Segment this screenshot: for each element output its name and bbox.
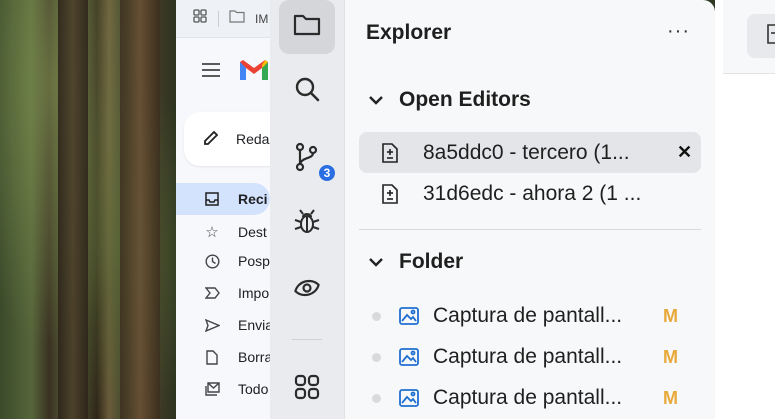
open-editor-label: 31d6edc - ahora 2 (1 ... bbox=[423, 181, 642, 205]
send-icon bbox=[200, 318, 224, 332]
explorer-panel: Explorer ··· Open Editors 8a5ddc0 - terc… bbox=[345, 0, 715, 419]
activity-bar: 3 bbox=[270, 0, 345, 419]
open-editors-label: Open Editors bbox=[399, 88, 531, 111]
source-control-badge: 3 bbox=[317, 163, 337, 183]
nav-item-sent[interactable]: Envia bbox=[176, 317, 270, 333]
explorer-button[interactable] bbox=[279, 0, 335, 54]
indent-dot bbox=[372, 311, 381, 321]
source-control-button[interactable]: 3 bbox=[279, 132, 337, 186]
nav-item-inbox[interactable]: Reci bbox=[176, 183, 270, 215]
chevron-down-icon bbox=[367, 91, 385, 109]
modified-badge: M bbox=[663, 346, 678, 367]
explorer-title: Explorer bbox=[366, 21, 452, 44]
grid-icon bbox=[294, 374, 320, 405]
section-divider bbox=[359, 229, 701, 230]
diff-file-icon bbox=[381, 142, 401, 163]
open-editors-header[interactable]: Open Editors bbox=[367, 88, 531, 112]
editor-tab-bar bbox=[723, 0, 775, 74]
folder-label: Folder bbox=[399, 250, 464, 273]
nav-item-all-mail[interactable]: Todo bbox=[176, 381, 268, 397]
tab-grid-icon[interactable] bbox=[192, 8, 208, 29]
file-label: Captura de pantall... bbox=[433, 386, 623, 409]
more-actions-button[interactable]: ··· bbox=[667, 20, 690, 43]
important-icon bbox=[200, 287, 224, 299]
browser-tab-bar: IM bbox=[176, 0, 270, 38]
nav-item-important[interactable]: Impo bbox=[176, 285, 269, 301]
modified-badge: M bbox=[663, 305, 678, 326]
nav-item-drafts[interactable]: Borra bbox=[176, 349, 270, 365]
file-item[interactable]: Captura de pantall... M bbox=[359, 298, 701, 334]
extensions-button[interactable] bbox=[279, 362, 335, 416]
file-label: Captura de pantall... bbox=[433, 345, 623, 368]
diff-file-icon bbox=[381, 183, 401, 204]
all-mail-icon bbox=[200, 382, 224, 396]
tree-trunk bbox=[58, 0, 88, 419]
timeline-button[interactable] bbox=[279, 263, 335, 317]
compose-button[interactable]: Reda bbox=[184, 112, 270, 166]
desktop-wallpaper bbox=[0, 0, 176, 419]
folder-icon bbox=[229, 9, 245, 28]
chevron-down-icon bbox=[367, 253, 385, 271]
image-file-icon bbox=[399, 348, 419, 366]
draft-icon bbox=[200, 349, 224, 365]
gmail-logo-icon[interactable] bbox=[238, 58, 270, 87]
image-file-icon bbox=[399, 389, 419, 407]
diff-file-icon bbox=[767, 23, 775, 49]
open-editor-label: 8a5ddc0 - tercero (1... bbox=[423, 140, 630, 164]
file-item[interactable]: Captura de pantall... M bbox=[359, 339, 701, 375]
bug-icon bbox=[293, 208, 321, 241]
search-icon bbox=[294, 76, 320, 107]
folder-header[interactable]: Folder bbox=[367, 250, 463, 274]
divider bbox=[218, 10, 219, 27]
open-editor-item[interactable]: 8a5ddc0 - tercero (1... ✕ bbox=[359, 132, 701, 173]
menu-icon[interactable] bbox=[202, 63, 220, 82]
star-icon: ☆ bbox=[205, 224, 219, 241]
search-button[interactable] bbox=[279, 64, 335, 118]
indent-dot bbox=[372, 393, 381, 403]
close-icon[interactable]: ✕ bbox=[677, 142, 692, 163]
clock-icon bbox=[200, 253, 224, 269]
compose-label: Reda bbox=[236, 131, 270, 147]
bookmark-label[interactable]: IM bbox=[255, 12, 268, 26]
activity-separator bbox=[292, 339, 322, 340]
image-file-icon bbox=[399, 307, 419, 325]
nav-item-starred[interactable]: ☆ Dest bbox=[176, 223, 267, 241]
eye-icon bbox=[293, 276, 321, 305]
nav-item-snoozed[interactable]: Posp bbox=[176, 253, 270, 269]
pencil-icon bbox=[202, 129, 220, 150]
editor-area bbox=[715, 0, 775, 419]
indent-dot bbox=[372, 352, 381, 362]
folder-icon bbox=[293, 13, 321, 42]
editor-tab[interactable] bbox=[747, 14, 775, 58]
modified-badge: M bbox=[663, 387, 678, 408]
open-editor-item[interactable]: 31d6edc - ahora 2 (1 ... bbox=[359, 173, 701, 214]
tree-trunk bbox=[120, 0, 160, 419]
file-label: Captura de pantall... bbox=[433, 304, 623, 327]
file-item[interactable]: Captura de pantall... M bbox=[359, 380, 701, 416]
browser-window: IM Reda Reci ☆ Dest Posp Impo Envia Borr… bbox=[176, 0, 270, 419]
inbox-icon bbox=[200, 192, 224, 206]
run-debug-button[interactable] bbox=[279, 197, 335, 251]
